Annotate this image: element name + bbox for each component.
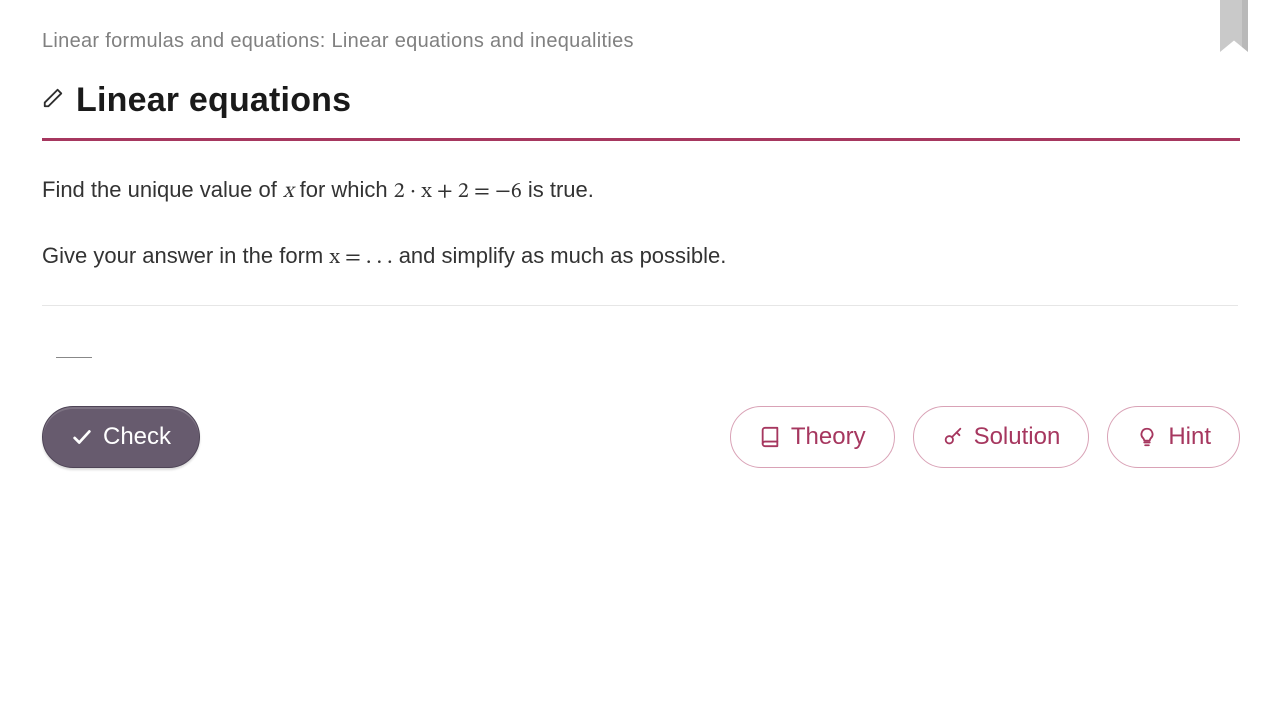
q1-var: x: [283, 181, 294, 203]
pencil-icon: [42, 87, 64, 114]
question-line-2: Give your answer in the form x = . . . a…: [42, 239, 1238, 275]
breadcrumb: Linear formulas and equations: Linear eq…: [42, 30, 1238, 53]
page-title: Linear equations: [76, 81, 351, 120]
title-divider: [42, 138, 1240, 141]
key-icon: [942, 426, 964, 448]
q1-post: is true.: [522, 177, 594, 202]
book-icon: [759, 426, 781, 448]
hint-button[interactable]: Hint: [1107, 406, 1240, 468]
q2-form: x = . . .: [329, 247, 392, 269]
question-line-1: Find the unique value of x for which 2 ·…: [42, 173, 1238, 209]
theory-button[interactable]: Theory: [730, 406, 895, 468]
answer-input[interactable]: [56, 334, 92, 358]
lightbulb-icon: [1136, 426, 1158, 448]
check-label: Check: [103, 423, 171, 451]
question-block: Find the unique value of x for which 2 ·…: [42, 173, 1238, 275]
q2-post: and simplify as much as possible.: [393, 243, 727, 268]
q2-pre: Give your answer in the form: [42, 243, 329, 268]
q1-equation: 2 · x + 2 = −6: [394, 181, 522, 203]
check-icon: [71, 426, 93, 448]
q1-pre: Find the unique value of: [42, 177, 283, 202]
question-divider: [42, 305, 1238, 306]
check-button[interactable]: Check: [42, 406, 200, 468]
theory-label: Theory: [791, 423, 866, 451]
hint-label: Hint: [1168, 423, 1211, 451]
q1-mid: for which: [294, 177, 394, 202]
solution-button[interactable]: Solution: [913, 406, 1090, 468]
answer-area: [42, 334, 1238, 394]
solution-label: Solution: [974, 423, 1061, 451]
